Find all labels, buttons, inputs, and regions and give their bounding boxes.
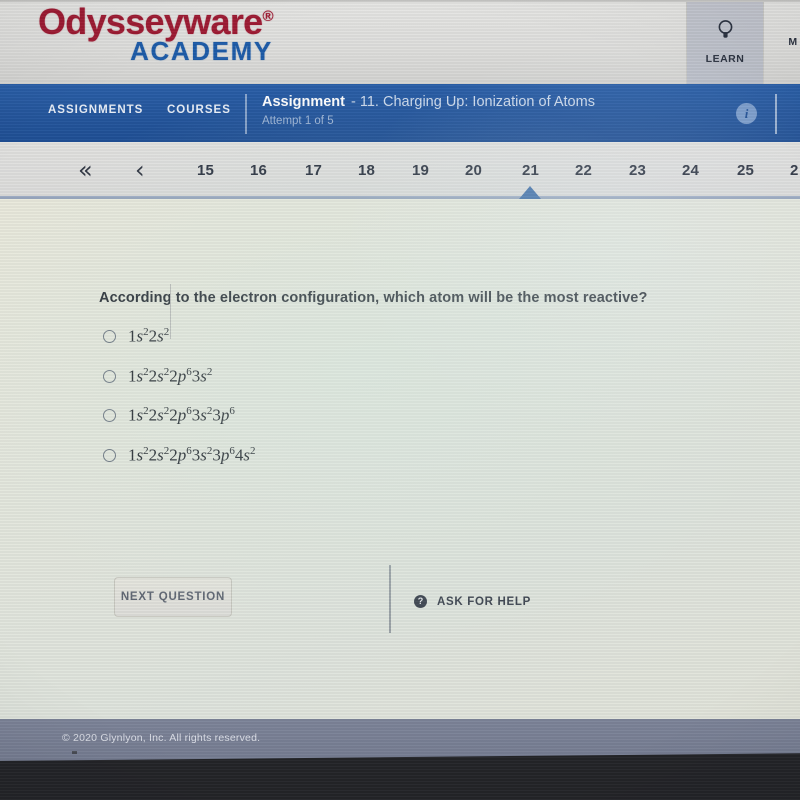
screen-top-edge bbox=[0, 0, 800, 2]
primary-navbar: ASSIGNMENTS COURSES Assignment - 11. Char… bbox=[0, 84, 800, 142]
pager-page-25[interactable]: 25 bbox=[737, 162, 754, 179]
app-header: Odysseyware® ACADEMY LEARN M bbox=[0, 0, 800, 84]
monitor-bezel bbox=[0, 752, 800, 800]
answer-option-b-text: 1s22s22p63s2 bbox=[128, 366, 213, 386]
question-mark-circle-icon: ? bbox=[414, 595, 427, 608]
pager-divider bbox=[170, 284, 171, 339]
radio-button[interactable] bbox=[103, 408, 116, 422]
header-tab-more[interactable]: M bbox=[763, 0, 800, 84]
bezel-indicator-dot bbox=[72, 751, 77, 754]
pager-bottom-border bbox=[0, 196, 800, 199]
radio-button[interactable] bbox=[103, 329, 116, 343]
pager-first-button[interactable]: « bbox=[78, 156, 93, 184]
pager-page-2[interactable]: 2 bbox=[790, 162, 799, 179]
pager-page-24[interactable]: 24 bbox=[682, 162, 699, 179]
copyright-text: © 2020 Glynlyon, Inc. All rights reserve… bbox=[62, 732, 261, 744]
ask-for-help-label: ASK FOR HELP bbox=[437, 595, 532, 608]
radio-button[interactable] bbox=[103, 448, 116, 462]
odysseyware-logo[interactable]: Odysseyware® ACADEMY bbox=[38, 0, 274, 65]
answer-option-b[interactable]: 1s22s22p63s2 bbox=[103, 366, 212, 387]
radio-button[interactable] bbox=[103, 369, 116, 383]
pager-page-15[interactable]: 15 bbox=[197, 162, 214, 179]
lightbulb-icon bbox=[717, 19, 734, 46]
pager-page-21[interactable]: 21 bbox=[522, 162, 539, 179]
question-prompt: According to the electron configuration,… bbox=[99, 290, 648, 306]
assignment-title: - 11. Charging Up: Ionization of Atoms bbox=[351, 94, 595, 110]
pager-page-17[interactable]: 17 bbox=[305, 162, 322, 179]
pager-active-marker bbox=[519, 186, 541, 199]
logo-brand-text: Odysseyware® bbox=[38, 1, 274, 42]
nav-item-assignments[interactable]: ASSIGNMENTS bbox=[48, 104, 143, 116]
assignment-title-line: Assignment - 11. Charging Up: Ionization … bbox=[262, 94, 595, 110]
next-question-button[interactable]: NEXT QUESTION bbox=[114, 577, 232, 617]
nav-item-courses[interactable]: COURSES bbox=[167, 104, 231, 116]
answer-option-a[interactable]: 1s22s2 bbox=[103, 326, 169, 347]
browser-screenshot: Odysseyware® ACADEMY LEARN M ASSIGNMENTS… bbox=[0, 0, 800, 800]
pager-prev-button[interactable]: ‹ bbox=[135, 156, 145, 184]
header-tab-learn-label: LEARN bbox=[705, 53, 745, 65]
answer-option-d-text: 1s22s22p63s23p64s2 bbox=[128, 445, 256, 465]
header-tab-more-label: M bbox=[788, 36, 798, 48]
pager-page-20[interactable]: 20 bbox=[465, 162, 482, 179]
question-pager: « ‹ 15 16 17 18 19 20 21 22 23 24 25 2 bbox=[0, 142, 800, 339]
logo-trademark: ® bbox=[262, 8, 273, 25]
help-section-divider bbox=[389, 565, 391, 633]
answer-option-c[interactable]: 1s22s22p63s23p6 bbox=[103, 405, 235, 426]
answer-option-a-text: 1s22s2 bbox=[128, 326, 170, 346]
assignment-heading: Assignment - 11. Charging Up: Ionization … bbox=[262, 94, 595, 127]
pager-page-19[interactable]: 19 bbox=[412, 162, 429, 179]
pager-page-23[interactable]: 23 bbox=[629, 162, 646, 179]
navbar-divider bbox=[245, 94, 247, 134]
ask-for-help-button[interactable]: ? ASK FOR HELP bbox=[414, 595, 531, 608]
answer-option-c-text: 1s22s22p63s23p6 bbox=[128, 405, 235, 425]
answer-option-d[interactable]: 1s22s22p63s23p64s2 bbox=[103, 445, 256, 466]
question-content-area: According to the electron configuration,… bbox=[0, 199, 800, 719]
info-icon[interactable]: i bbox=[736, 103, 757, 124]
attempt-status: Attempt 1 of 5 bbox=[262, 115, 334, 127]
header-tab-learn[interactable]: LEARN bbox=[686, 0, 764, 84]
navbar-right-divider bbox=[775, 94, 777, 134]
pager-page-16[interactable]: 16 bbox=[250, 162, 267, 179]
assignment-label: Assignment bbox=[262, 94, 345, 110]
pager-page-22[interactable]: 22 bbox=[575, 162, 592, 179]
pager-page-18[interactable]: 18 bbox=[358, 162, 375, 179]
